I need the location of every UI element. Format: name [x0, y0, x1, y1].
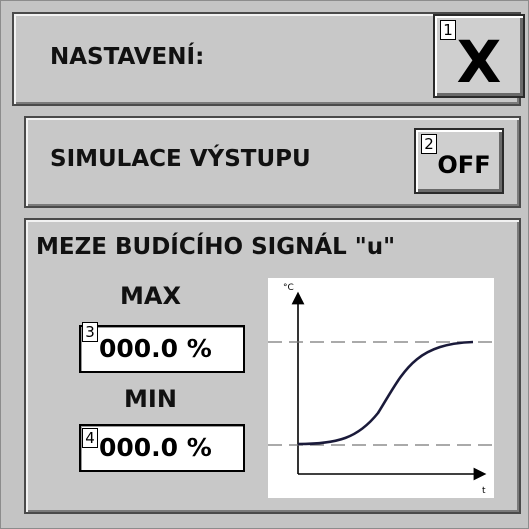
response-curve [297, 340, 474, 446]
response-curve-graphic: °C t [268, 283, 494, 496]
min-label: MIN [124, 385, 177, 413]
simulation-label: SIMULACE VÝSTUPU [50, 146, 311, 172]
simulation-toggle-label: OFF [437, 151, 491, 179]
close-button-badge: 1 [440, 20, 456, 40]
response-graph: °C t [268, 278, 494, 498]
close-icon: X [456, 28, 502, 96]
simulation-toggle-badge: 2 [421, 134, 437, 154]
max-field-badge: 3 [82, 322, 98, 342]
min-field-badge: 4 [82, 428, 98, 448]
y-unit-label: °C [283, 283, 294, 293]
settings-title: NASTAVENÍ: [50, 44, 205, 70]
max-label: MAX [120, 282, 181, 310]
min-value-field[interactable]: 000.0 % [79, 424, 245, 472]
x-unit-label: t [482, 486, 486, 496]
limits-title: MEZE BUDÍCÍHO SIGNÁL "u" [36, 234, 396, 260]
max-value-field[interactable]: 000.0 % [79, 325, 245, 373]
